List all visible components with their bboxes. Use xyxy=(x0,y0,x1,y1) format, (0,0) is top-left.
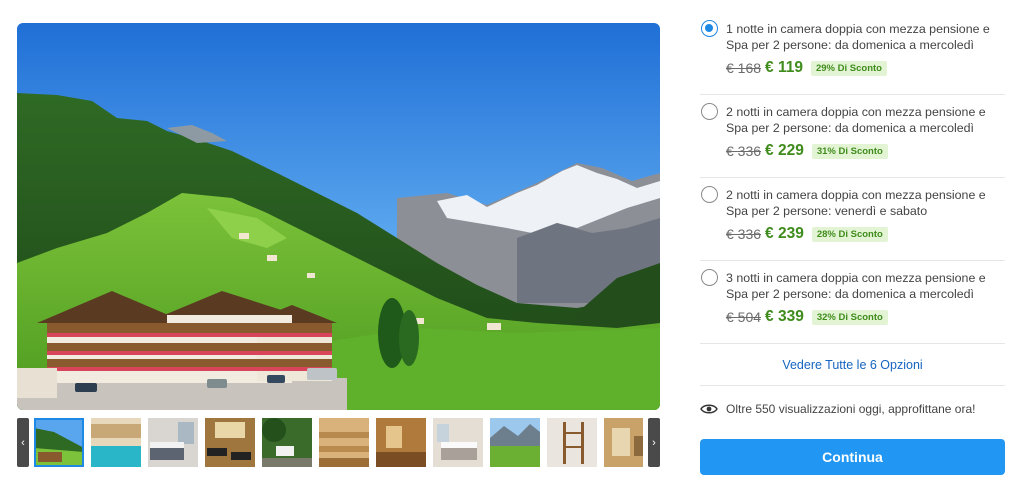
discount-badge: 29% Di Sconto xyxy=(810,60,887,76)
see-all-options-link[interactable]: Vedere Tutte le 6 Opzioni xyxy=(782,358,922,372)
thumbnail-spa-loungers-image xyxy=(205,418,255,467)
thumbnail[interactable] xyxy=(34,418,84,467)
thumbnail-relax-room-image xyxy=(604,418,643,467)
option-radio[interactable] xyxy=(701,269,718,286)
old-price: € 168 xyxy=(726,60,762,76)
option-1[interactable]: 1 notte in camera doppia con mezza pensi… xyxy=(700,12,1005,95)
option-2[interactable]: 2 notti in camera doppia con mezza pensi… xyxy=(700,95,1005,178)
thumbnail[interactable] xyxy=(547,418,597,467)
old-price: € 504 xyxy=(726,309,762,325)
option-description: 1 notte in camera doppia con mezza pensi… xyxy=(726,22,990,52)
thumbnail[interactable] xyxy=(490,418,540,467)
option-radio[interactable] xyxy=(701,186,718,203)
option-prices: € 336 € 229 31% Di Sconto xyxy=(726,142,888,160)
new-price: € 229 xyxy=(765,142,804,159)
thumbnail[interactable] xyxy=(376,418,426,467)
thumbnail-wood-room-image xyxy=(376,418,426,467)
option-description: 2 notti in camera doppia con mezza pensi… xyxy=(726,105,986,135)
thumbnail[interactable] xyxy=(91,418,141,467)
views-notice: Oltre 550 visualizzazioni oggi, approfit… xyxy=(700,402,975,416)
thumbnails-next-arrow[interactable]: › xyxy=(648,418,660,467)
new-price: € 119 xyxy=(765,59,803,76)
thumbnail[interactable] xyxy=(319,418,369,467)
views-notice-text: Oltre 550 visualizzazioni oggi, approfit… xyxy=(726,402,976,416)
continue-button[interactable]: Continua xyxy=(700,439,1005,475)
discount-badge: 32% Di Sconto xyxy=(811,309,888,325)
main-photo[interactable] xyxy=(17,23,660,410)
thumbnail[interactable] xyxy=(604,418,643,467)
discount-badge: 31% Di Sconto xyxy=(811,143,888,159)
thumbnail-hotel-valley-image xyxy=(34,418,84,467)
thumbnail[interactable] xyxy=(433,418,483,467)
hotel-mountain-photo xyxy=(17,23,660,410)
new-price: € 339 xyxy=(765,308,804,325)
offer-options-panel: 1 notte in camera doppia con mezza pensi… xyxy=(700,12,1005,475)
thumbnail-mountain-view-image xyxy=(490,418,540,467)
option-4[interactable]: 3 notti in camera doppia con mezza pensi… xyxy=(700,261,1005,344)
eye-icon xyxy=(700,404,718,414)
old-price: € 336 xyxy=(726,143,762,159)
thumbnail-indoor-pool-image xyxy=(91,418,141,467)
thumbnails-prev-arrow[interactable]: ‹ xyxy=(17,418,29,467)
discount-badge: 28% Di Sconto xyxy=(811,226,888,242)
thumbnail-double-bedroom-image xyxy=(433,418,483,467)
new-price: € 239 xyxy=(765,225,804,242)
option-3[interactable]: 2 notti in camera doppia con mezza pensi… xyxy=(700,178,1005,261)
thumbnail-garden-chairs-image xyxy=(262,418,312,467)
thumbnails xyxy=(34,418,643,467)
old-price: € 336 xyxy=(726,226,762,242)
thumbnail[interactable] xyxy=(148,418,198,467)
option-description: 2 notti in camera doppia con mezza pensi… xyxy=(726,188,986,218)
option-prices: € 336 € 239 28% Di Sconto xyxy=(726,225,888,243)
thumbnail-bedroom-image xyxy=(148,418,198,467)
option-radio[interactable] xyxy=(701,103,718,120)
thumbnail[interactable] xyxy=(205,418,255,467)
thumbnail-strip: ‹ › xyxy=(17,418,660,467)
thumbnail-shelves-image xyxy=(547,418,597,467)
option-radio[interactable] xyxy=(701,20,718,37)
option-description: 3 notti in camera doppia con mezza pensi… xyxy=(726,271,986,301)
option-prices: € 504 € 339 32% Di Sconto xyxy=(726,308,888,326)
thumbnail-sauna-image xyxy=(319,418,369,467)
all-options-row: Vedere Tutte le 6 Opzioni xyxy=(700,344,1005,386)
option-prices: € 168 € 119 29% Di Sconto xyxy=(726,59,887,77)
thumbnail[interactable] xyxy=(262,418,312,467)
